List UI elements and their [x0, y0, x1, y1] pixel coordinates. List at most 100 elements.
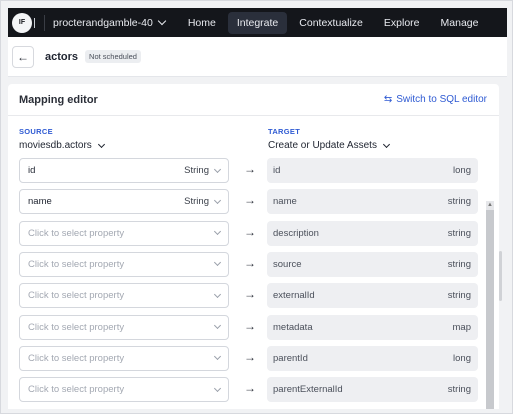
source-property-label: Click to select property	[28, 352, 125, 364]
arrow-left-icon: ←	[17, 49, 29, 64]
arrow-right-icon: →	[244, 349, 256, 364]
mapping-row: name String → name string	[8, 189, 499, 215]
source-property-select[interactable]: Click to select property	[19, 251, 229, 277]
page-scrollbar-thumb[interactable]	[499, 251, 502, 301]
mapping-row: Click to select property → source string	[8, 251, 499, 277]
source-property-label: Click to select property	[28, 321, 125, 333]
mapping-row: Click to select property → metadata map	[8, 314, 499, 340]
source-property-type: String	[184, 196, 209, 208]
chevron-down-icon	[213, 290, 222, 298]
mapping-row: Click to select property → parentId long	[8, 345, 499, 371]
target-field-name: parentExternalId	[273, 384, 343, 396]
project-selector[interactable]: procterandgamble-40	[53, 16, 167, 29]
nav-item-explore[interactable]: Explore	[375, 12, 429, 34]
target-selector[interactable]: Create or Update Assets	[268, 140, 390, 151]
page-header: ← actors Not scheduled	[8, 37, 507, 77]
chevron-down-icon	[213, 384, 222, 392]
chevron-down-icon	[97, 140, 105, 148]
mapping-row: Click to select property → externalId st…	[8, 283, 499, 309]
target-field-type: string	[447, 290, 471, 302]
target-field-type: map	[452, 321, 471, 333]
arrow-right-icon: →	[244, 193, 256, 208]
app-window: IF procterandgamble-40 Home Integrate Co…	[0, 0, 513, 414]
target-field-name: parentId	[273, 352, 308, 364]
target-field-type: string	[447, 196, 471, 208]
project-name: procterandgamble-40	[53, 16, 153, 29]
source-property-select[interactable]: Click to select property	[19, 345, 229, 371]
mapping-row: Click to select property → parentExterna…	[8, 377, 499, 403]
chevron-down-icon	[213, 196, 222, 204]
source-property-label: id	[28, 165, 36, 176]
back-button[interactable]: ←	[12, 45, 34, 68]
switch-to-sql-link[interactable]: ⇆ Switch to SQL editor	[384, 94, 487, 105]
chevron-down-icon	[213, 321, 222, 330]
source-property-label: Click to select property	[28, 384, 125, 396]
panel-header: Mapping editor ⇆ Switch to SQL editor	[8, 84, 499, 116]
top-nav-bar: IF procterandgamble-40 Home Integrate Co…	[8, 8, 507, 37]
arrow-right-icon: →	[244, 318, 256, 333]
target-value: Create or Update Assets	[268, 140, 377, 151]
target-field-name: description	[273, 227, 319, 239]
nav-item-home[interactable]: Home	[179, 12, 225, 34]
nav-divider	[44, 14, 45, 31]
switch-to-sql-label: Switch to SQL editor	[396, 94, 487, 105]
source-property-label: Click to select property	[28, 227, 125, 239]
source-property-select[interactable]: id String	[19, 158, 229, 183]
target-field-type: string	[447, 227, 471, 239]
target-field-type: string	[447, 384, 471, 396]
target-field: metadata map	[267, 314, 478, 340]
source-property-select[interactable]: Click to select property	[19, 283, 229, 309]
swap-icon: ⇆	[383, 94, 393, 105]
target-field-type: long	[453, 352, 471, 364]
inner-scrollbar-thumb[interactable]	[486, 210, 494, 409]
target-field: parentId long	[267, 345, 478, 371]
target-field-name: name	[273, 196, 297, 208]
target-field: externalId string	[267, 283, 478, 309]
target-field-name: id	[273, 165, 281, 176]
nav-item-manage[interactable]: Manage	[432, 12, 488, 34]
logo-accent-icon	[34, 17, 40, 28]
mapping-row: Click to select property → description s…	[8, 220, 499, 246]
chevron-down-icon	[157, 16, 167, 26]
chevron-down-icon	[213, 228, 222, 236]
arrow-right-icon: →	[244, 224, 256, 239]
chevron-down-icon	[382, 140, 390, 148]
chevron-down-icon	[213, 353, 222, 361]
status-badge: Not scheduled	[85, 50, 141, 63]
app-logo[interactable]: IF	[12, 12, 32, 33]
arrow-right-icon: →	[244, 381, 256, 396]
panel-title: Mapping editor	[19, 93, 98, 106]
source-property-type: String	[184, 165, 209, 176]
target-field-name: externalId	[273, 290, 315, 302]
arrow-right-icon: →	[244, 255, 256, 270]
target-field: id long	[267, 158, 478, 183]
source-selector[interactable]: moviesdb.actors	[19, 140, 105, 151]
source-property-select[interactable]: Click to select property	[19, 314, 229, 340]
target-heading: TARGET	[268, 127, 301, 136]
chevron-down-icon	[213, 259, 222, 267]
nav-item-contextualize[interactable]: Contextualize	[290, 12, 372, 34]
mapping-row: id String → id long	[8, 158, 499, 183]
source-property-select[interactable]: Click to select property	[19, 220, 229, 246]
target-field-name: source	[273, 258, 302, 270]
target-field-name: metadata	[273, 321, 313, 333]
source-value: moviesdb.actors	[19, 140, 92, 151]
target-field: name string	[267, 189, 478, 215]
mapping-editor-panel: Mapping editor ⇆ Switch to SQL editor SO…	[8, 84, 499, 409]
source-heading: SOURCE	[19, 127, 53, 136]
scroll-up-arrow-icon[interactable]: ▲	[486, 201, 494, 209]
page-title: actors	[45, 50, 79, 63]
source-property-select[interactable]: Click to select property	[19, 377, 229, 403]
source-property-select[interactable]: name String	[19, 189, 229, 215]
nav-item-integrate[interactable]: Integrate	[227, 11, 288, 34]
target-field-type: string	[447, 258, 471, 270]
arrow-right-icon: →	[244, 162, 256, 176]
target-field-type: long	[453, 165, 471, 176]
source-property-label: name	[28, 196, 52, 208]
source-property-label: Click to select property	[28, 290, 125, 302]
target-field: source string	[267, 251, 478, 277]
arrow-right-icon: →	[244, 287, 256, 302]
target-field: parentExternalId string	[267, 377, 478, 403]
chevron-down-icon	[213, 165, 222, 173]
target-field: description string	[267, 220, 478, 246]
